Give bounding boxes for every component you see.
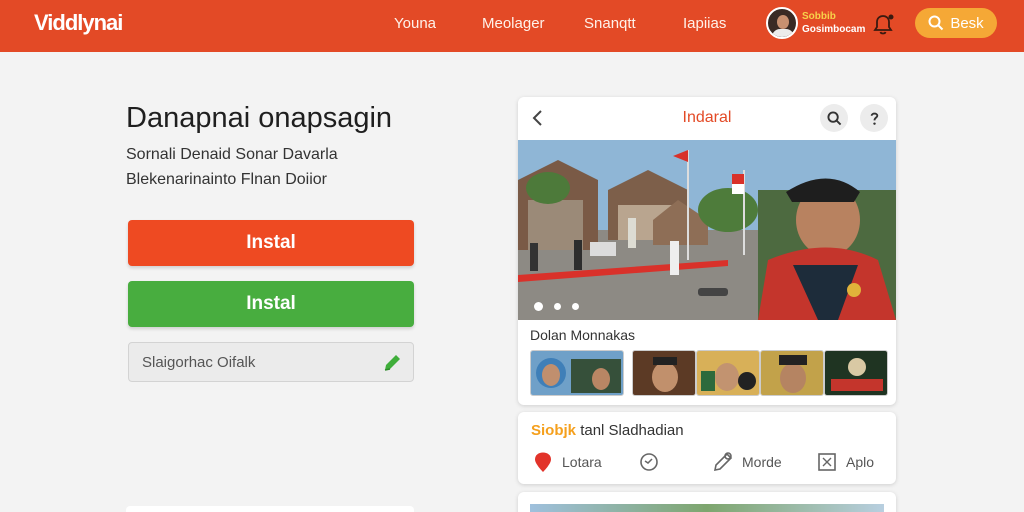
question-icon [870,112,878,125]
search-button-label: Besk [950,14,984,32]
carousel-dot-2[interactable] [554,303,561,310]
hero-subtitle-line-1: Sornali Denaid Sonar Davarla [126,146,338,163]
card-search-button[interactable] [820,104,848,132]
edit-icon [713,452,733,472]
apply-action-label: Aplo [846,454,875,470]
nav-link-3[interactable]: Snanqtt [584,15,636,32]
thumbnail-4[interactable] [760,350,824,396]
user-avatar[interactable] [766,7,798,39]
app-logo[interactable]: Viddlynai [34,10,123,36]
thumbnail-1[interactable] [530,350,624,396]
hero-title: Danapnai onapsagin [126,102,393,134]
edit-action-label: Morde [742,454,782,470]
install-button-secondary[interactable]: Instal [128,281,414,327]
next-card-image [530,504,884,512]
carousel-dot-1[interactable] [534,302,543,311]
card-help-button[interactable] [860,104,888,132]
action-card: Siobjk tanl Sladhadian Lotara Morde Aplo [518,412,896,484]
nav-link-4[interactable]: Iapiias [683,15,726,32]
nav-link-1[interactable]: Youna [394,15,436,32]
checkbox-icon [818,453,836,471]
user-name: Sobbib [802,11,836,22]
comment-action[interactable] [638,450,668,474]
action-card-title: Siobjk tanl Sladhadian [531,422,684,439]
search-button[interactable]: Besk [915,8,997,38]
apply-action[interactable]: Aplo [816,450,874,474]
user-info[interactable]: Sobbib Gosimbocam [802,10,865,36]
thumbnail-2[interactable] [632,350,696,396]
thumbnail-5[interactable] [824,350,888,396]
next-card-preview[interactable] [518,492,896,512]
comment-icon [640,453,658,471]
top-navbar: Viddlynai Youna Meolager Snanqtt Iapiias… [0,0,1024,52]
thumbnail-3[interactable] [696,350,760,396]
text-input[interactable]: Slaigorhac Oifalk [128,342,414,382]
pencil-icon[interactable] [381,352,403,374]
action-card-title-highlight: Siobjk [531,422,577,439]
thumbnail-strip-label: Dolan Monnakas [530,327,636,343]
nav-link-2[interactable]: Meolager [482,15,545,32]
search-icon [826,110,841,125]
hero-photo[interactable] [518,140,896,320]
action-card-title-rest: tanl Sladhadian [580,422,684,439]
location-action-label: Lotara [562,454,602,470]
install-button-primary[interactable]: Instal [128,220,414,266]
text-input-value: Slaigorhac Oifalk [142,353,256,371]
search-icon [928,15,944,31]
media-card: Indaral Dolan Monnakas [518,97,896,405]
user-subtitle: Gosimbocam [802,24,866,35]
carousel-dot-3[interactable] [572,303,579,310]
bell-icon[interactable] [870,11,896,37]
hero-subtitle-line-2: Blekenarinainto Flnan Doiior [126,171,327,188]
left-bottom-card [126,506,414,512]
location-action[interactable]: Lotara [532,450,602,474]
edit-action[interactable]: Morde [712,450,782,474]
location-pin-icon [535,452,551,472]
